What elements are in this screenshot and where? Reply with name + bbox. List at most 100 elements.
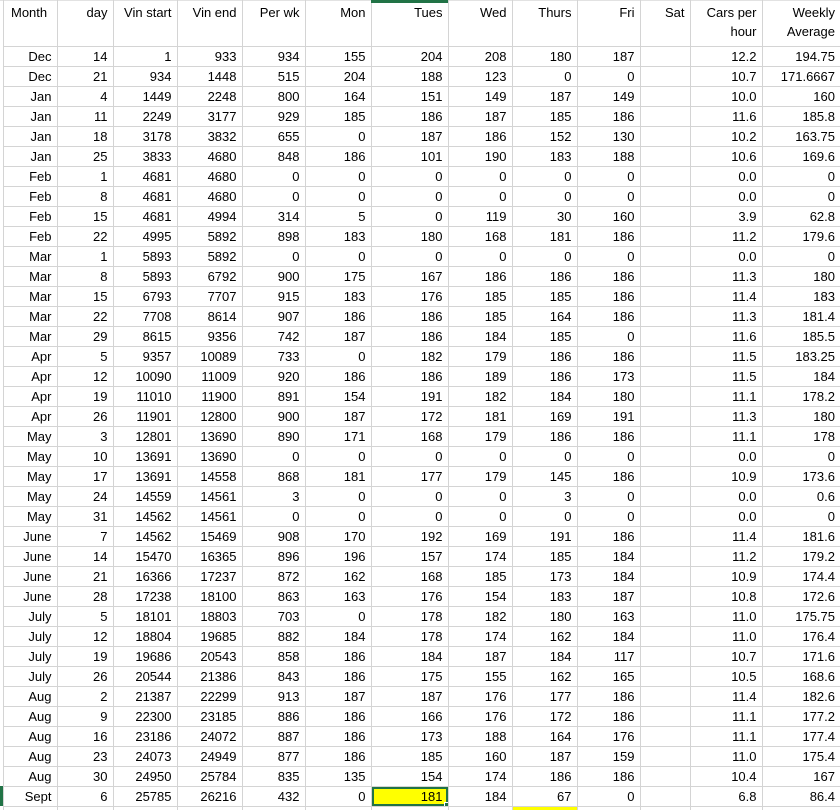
cell-weekly-average-r2[interactable]: 171.6667 (762, 66, 840, 87)
cell-month-r16[interactable]: Apr (4, 346, 58, 367)
column-header-weekly-average[interactable]: Weekly Average (762, 0, 840, 47)
cell-month-r31[interactable]: July (4, 646, 58, 667)
column-header-cars-per-hour[interactable]: Cars per hour (690, 0, 763, 47)
cell-fri-r7[interactable]: 0 (577, 166, 641, 187)
cell-day-r13[interactable]: 15 (57, 286, 114, 307)
cell-month-r9[interactable]: Feb (4, 206, 58, 227)
cell-sat-r12[interactable] (640, 266, 691, 287)
cell-fri-r28[interactable]: 187 (577, 586, 641, 607)
cell-weekly-average-r20[interactable]: 178 (762, 426, 840, 447)
cell-mon-r6[interactable]: 186 (305, 146, 372, 167)
cell-month-r36[interactable]: Aug (4, 746, 58, 767)
cell-vin-start-r9[interactable]: 4681 (113, 206, 178, 227)
cell-fri-r11[interactable]: 0 (577, 246, 641, 267)
cell-per-wk-r27[interactable]: 872 (242, 566, 306, 587)
cell-thurs-r6[interactable]: 183 (512, 146, 578, 167)
cell-month-r32[interactable]: July (4, 666, 58, 687)
cell-vin-end-r26[interactable]: 16365 (177, 546, 243, 567)
cell-month-r21[interactable]: May (4, 446, 58, 467)
cell-vin-end-r31[interactable]: 20543 (177, 646, 243, 667)
cell-month-r8[interactable]: Feb (4, 186, 58, 207)
cell-mon-r37[interactable]: 135 (305, 766, 372, 787)
cell-per-wk-r35[interactable]: 887 (242, 726, 306, 747)
cell-sat-r20[interactable] (640, 426, 691, 447)
cell-wed-r34[interactable]: 176 (448, 706, 513, 727)
cell-vin-start-r2[interactable]: 934 (113, 66, 178, 87)
cell-sat-r29[interactable] (640, 606, 691, 627)
cell-sat-r30[interactable] (640, 626, 691, 647)
cell-vin-start-r12[interactable]: 5893 (113, 266, 178, 287)
cell-sat-r17[interactable] (640, 366, 691, 387)
cell-weekly-average-r13[interactable]: 183 (762, 286, 840, 307)
cell-tues-r23[interactable]: 0 (371, 486, 449, 507)
partial-highlighted-cell[interactable] (512, 806, 578, 810)
cell-fri-r5[interactable]: 130 (577, 126, 641, 147)
cell-cars-per-hour-r34[interactable]: 11.1 (690, 706, 763, 727)
cell-thurs-r24[interactable]: 0 (512, 506, 578, 527)
cell-fri-r8[interactable]: 0 (577, 186, 641, 207)
cell-day-r21[interactable]: 10 (57, 446, 114, 467)
cell-weekly-average-r27[interactable]: 174.4 (762, 566, 840, 587)
cell-sat-r13[interactable] (640, 286, 691, 307)
cell-vin-start-r34[interactable]: 22300 (113, 706, 178, 727)
cell-month-r24[interactable]: May (4, 506, 58, 527)
cell-wed-r7[interactable]: 0 (448, 166, 513, 187)
cell-day-r25[interactable]: 7 (57, 526, 114, 547)
cell-vin-start-r10[interactable]: 4995 (113, 226, 178, 247)
cell-month-r10[interactable]: Feb (4, 226, 58, 247)
cell-vin-start-r31[interactable]: 19686 (113, 646, 178, 667)
cell-thurs-r22[interactable]: 145 (512, 466, 578, 487)
cell-tues-r9[interactable]: 0 (371, 206, 449, 227)
cell-fri-r12[interactable]: 186 (577, 266, 641, 287)
cell-vin-start-r14[interactable]: 7708 (113, 306, 178, 327)
cell-vin-start-r23[interactable]: 14559 (113, 486, 178, 507)
cell-vin-end-r29[interactable]: 18803 (177, 606, 243, 627)
cell-mon-r15[interactable]: 187 (305, 326, 372, 347)
cell-tues-r28[interactable]: 176 (371, 586, 449, 607)
cell-cars-per-hour-r29[interactable]: 11.0 (690, 606, 763, 627)
cell-day-r23[interactable]: 24 (57, 486, 114, 507)
cell-weekly-average-r6[interactable]: 169.6 (762, 146, 840, 167)
cell-month-r34[interactable]: Aug (4, 706, 58, 727)
cell-weekly-average-r37[interactable]: 167 (762, 766, 840, 787)
cell-weekly-average-r17[interactable]: 184 (762, 366, 840, 387)
cell-per-wk-r32[interactable]: 843 (242, 666, 306, 687)
cell-vin-end-partial[interactable] (177, 806, 243, 810)
cell-sat-r26[interactable] (640, 546, 691, 567)
cell-mon-r34[interactable]: 186 (305, 706, 372, 727)
cell-cars-per-hour-r13[interactable]: 11.4 (690, 286, 763, 307)
cell-cars-per-hour-r16[interactable]: 11.5 (690, 346, 763, 367)
cell-mon-r20[interactable]: 171 (305, 426, 372, 447)
cell-weekly-average-r16[interactable]: 183.25 (762, 346, 840, 367)
cell-day-r19[interactable]: 26 (57, 406, 114, 427)
cell-weekly-average-r11[interactable]: 0 (762, 246, 840, 267)
cell-tues-r3[interactable]: 151 (371, 86, 449, 107)
cell-per-wk-r11[interactable]: 0 (242, 246, 306, 267)
cell-per-wk-r38[interactable]: 432 (242, 786, 306, 807)
cell-fri-r33[interactable]: 186 (577, 686, 641, 707)
column-header-tues[interactable]: Tues (371, 0, 449, 47)
cell-cars-per-hour-r35[interactable]: 11.1 (690, 726, 763, 747)
cell-thurs-r14[interactable]: 164 (512, 306, 578, 327)
cell-month-r35[interactable]: Aug (4, 726, 58, 747)
cell-weekly-average-r4[interactable]: 185.8 (762, 106, 840, 127)
cell-weekly-average-r14[interactable]: 181.4 (762, 306, 840, 327)
cell-wed-r8[interactable]: 0 (448, 186, 513, 207)
cell-day-r10[interactable]: 22 (57, 226, 114, 247)
cell-mon-r21[interactable]: 0 (305, 446, 372, 467)
cell-vin-end-r7[interactable]: 4680 (177, 166, 243, 187)
cell-weekly-average-r30[interactable]: 176.4 (762, 626, 840, 647)
cell-wed-r6[interactable]: 190 (448, 146, 513, 167)
cell-cars-per-hour-r22[interactable]: 10.9 (690, 466, 763, 487)
cell-sat-r27[interactable] (640, 566, 691, 587)
column-header-vin-start[interactable]: Vin start (113, 0, 178, 47)
cell-weekly-average-r31[interactable]: 171.6 (762, 646, 840, 667)
cell-vin-start-r29[interactable]: 18101 (113, 606, 178, 627)
cell-thurs-r30[interactable]: 162 (512, 626, 578, 647)
cell-per-wk-r9[interactable]: 314 (242, 206, 306, 227)
cell-day-r17[interactable]: 12 (57, 366, 114, 387)
cell-month-r13[interactable]: Mar (4, 286, 58, 307)
cell-vin-end-r4[interactable]: 3177 (177, 106, 243, 127)
cell-cars-per-hour-r33[interactable]: 11.4 (690, 686, 763, 707)
cell-per-wk-r24[interactable]: 0 (242, 506, 306, 527)
